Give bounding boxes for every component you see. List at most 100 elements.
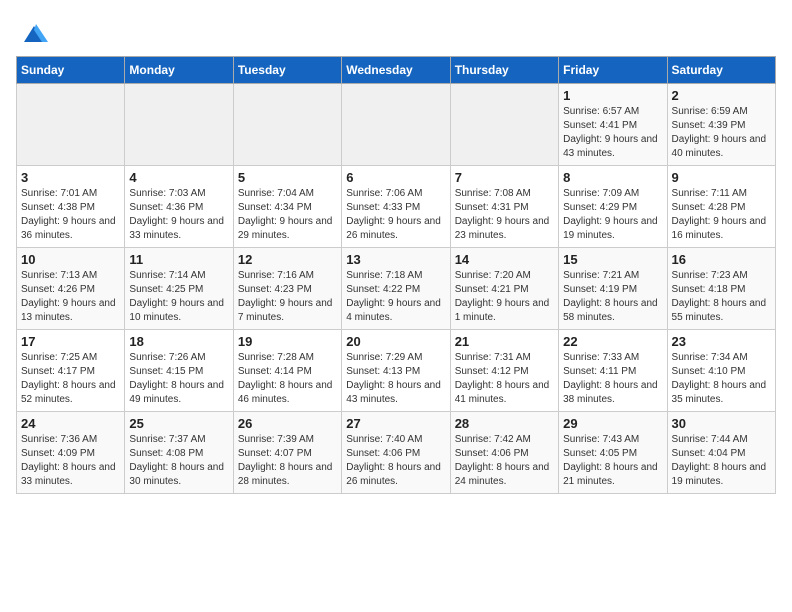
- day-number: 6: [346, 170, 445, 185]
- week-row-2: 10 Sunrise: 7:13 AM Sunset: 4:26 PM Dayli…: [17, 248, 776, 330]
- day-number: 7: [455, 170, 554, 185]
- day-info: Sunrise: 7:44 AM Sunset: 4:04 PM Dayligh…: [672, 433, 771, 489]
- day-number: 23: [672, 334, 771, 349]
- calendar-cell: [233, 84, 341, 166]
- calendar-cell: 29Sunrise: 7:43 AM Sunset: 4:05 PM Dayli…: [559, 412, 667, 494]
- day-info: Sunrise: 7:26 AM Sunset: 4:15 PM Dayligh…: [129, 351, 228, 407]
- day-number: 21: [455, 334, 554, 349]
- day-info: Sunrise: 7:21 AM Sunset: 4:19 PM Dayligh…: [563, 269, 662, 325]
- calendar-cell: 28 Sunrise: 7:42 AM Sunset: 4:06 PM Dayli…: [450, 412, 558, 494]
- day-number: 1: [563, 88, 662, 103]
- day-header-tuesday: Tuesday: [233, 57, 341, 84]
- day-info: Sunrise: 7:13 AM Sunset: 4:26 PM Dayligh…: [21, 269, 120, 325]
- day-number: 18: [129, 334, 228, 349]
- day-info: Sunrise: 7:29 AM Sunset: 4:13 PM Dayligh…: [346, 351, 445, 407]
- day-number: 24: [21, 416, 120, 431]
- day-info: Sunrise: 7:36 AM Sunset: 4:09 PM Dayligh…: [21, 433, 120, 489]
- day-info: Sunrise: 7:01 AM Sunset: 4:38 PM Dayligh…: [21, 187, 120, 243]
- day-info: Sunrise: 7:03 AM Sunset: 4:36 PM Dayligh…: [129, 187, 228, 243]
- day-number: 17: [21, 334, 120, 349]
- day-header-monday: Monday: [125, 57, 233, 84]
- day-info: Sunrise: 7:06 AM Sunset: 4:33 PM Dayligh…: [346, 187, 445, 243]
- calendar-cell: 20Sunrise: 7:29 AM Sunset: 4:13 PM Dayli…: [342, 330, 450, 412]
- calendar-cell: 6 Sunrise: 7:06 AM Sunset: 4:33 PM Daylig…: [342, 166, 450, 248]
- day-info: Sunrise: 7:42 AM Sunset: 4:06 PM Dayligh…: [455, 433, 554, 489]
- day-number: 11: [129, 252, 228, 267]
- calendar-cell: 13 Sunrise: 7:18 AM Sunset: 4:22 PM Dayli…: [342, 248, 450, 330]
- calendar-cell: 7 Sunrise: 7:08 AM Sunset: 4:31 PM Daylig…: [450, 166, 558, 248]
- day-header-friday: Friday: [559, 57, 667, 84]
- day-number: 28: [455, 416, 554, 431]
- day-info: Sunrise: 6:59 AM Sunset: 4:39 PM Dayligh…: [672, 105, 771, 161]
- day-info: Sunrise: 7:31 AM Sunset: 4:12 PM Dayligh…: [455, 351, 554, 407]
- calendar-cell: [450, 84, 558, 166]
- calendar-cell: 25 Sunrise: 7:37 AM Sunset: 4:08 PM Dayli…: [125, 412, 233, 494]
- calendar-cell: 12Sunrise: 7:16 AM Sunset: 4:23 PM Dayli…: [233, 248, 341, 330]
- week-row-4: 24 Sunrise: 7:36 AM Sunset: 4:09 PM Dayli…: [17, 412, 776, 494]
- calendar-cell: 24 Sunrise: 7:36 AM Sunset: 4:09 PM Dayli…: [17, 412, 125, 494]
- day-info: Sunrise: 7:28 AM Sunset: 4:14 PM Dayligh…: [238, 351, 337, 407]
- day-info: Sunrise: 7:11 AM Sunset: 4:28 PM Dayligh…: [672, 187, 771, 243]
- day-number: 15: [563, 252, 662, 267]
- day-number: 3: [21, 170, 120, 185]
- day-number: 4: [129, 170, 228, 185]
- calendar-cell: 16Sunrise: 7:23 AM Sunset: 4:18 PM Dayli…: [667, 248, 775, 330]
- calendar-cell: 10 Sunrise: 7:13 AM Sunset: 4:26 PM Dayli…: [17, 248, 125, 330]
- day-info: Sunrise: 7:39 AM Sunset: 4:07 PM Dayligh…: [238, 433, 337, 489]
- day-number: 9: [672, 170, 771, 185]
- day-number: 27: [346, 416, 445, 431]
- day-info: Sunrise: 7:40 AM Sunset: 4:06 PM Dayligh…: [346, 433, 445, 489]
- calendar-cell: [125, 84, 233, 166]
- calendar-cell: 1 Sunrise: 6:57 AM Sunset: 4:41 PM Daylig…: [559, 84, 667, 166]
- day-number: 13: [346, 252, 445, 267]
- calendar-cell: 9 Sunrise: 7:11 AM Sunset: 4:28 PM Daylig…: [667, 166, 775, 248]
- calendar-cell: 14 Sunrise: 7:20 AM Sunset: 4:21 PM Dayli…: [450, 248, 558, 330]
- day-info: Sunrise: 6:57 AM Sunset: 4:41 PM Dayligh…: [563, 105, 662, 161]
- calendar-cell: 8Sunrise: 7:09 AM Sunset: 4:29 PM Daylig…: [559, 166, 667, 248]
- calendar-cell: [17, 84, 125, 166]
- week-row-1: 3 Sunrise: 7:01 AM Sunset: 4:38 PM Daylig…: [17, 166, 776, 248]
- day-number: 2: [672, 88, 771, 103]
- calendar-cell: 23 Sunrise: 7:34 AM Sunset: 4:10 PM Dayli…: [667, 330, 775, 412]
- day-info: Sunrise: 7:37 AM Sunset: 4:08 PM Dayligh…: [129, 433, 228, 489]
- day-number: 10: [21, 252, 120, 267]
- day-number: 25: [129, 416, 228, 431]
- day-number: 14: [455, 252, 554, 267]
- day-number: 5: [238, 170, 337, 185]
- day-number: 30: [672, 416, 771, 431]
- day-info: Sunrise: 7:33 AM Sunset: 4:11 PM Dayligh…: [563, 351, 662, 407]
- day-info: Sunrise: 7:04 AM Sunset: 4:34 PM Dayligh…: [238, 187, 337, 243]
- calendar-cell: 26Sunrise: 7:39 AM Sunset: 4:07 PM Dayli…: [233, 412, 341, 494]
- day-info: Sunrise: 7:43 AM Sunset: 4:05 PM Dayligh…: [563, 433, 662, 489]
- day-number: 22: [563, 334, 662, 349]
- calendar-cell: 15 Sunrise: 7:21 AM Sunset: 4:19 PM Dayli…: [559, 248, 667, 330]
- day-info: Sunrise: 7:18 AM Sunset: 4:22 PM Dayligh…: [346, 269, 445, 325]
- week-row-0: 1 Sunrise: 6:57 AM Sunset: 4:41 PM Daylig…: [17, 84, 776, 166]
- day-info: Sunrise: 7:08 AM Sunset: 4:31 PM Dayligh…: [455, 187, 554, 243]
- week-row-3: 17 Sunrise: 7:25 AM Sunset: 4:17 PM Dayli…: [17, 330, 776, 412]
- day-header-thursday: Thursday: [450, 57, 558, 84]
- calendar-cell: 21 Sunrise: 7:31 AM Sunset: 4:12 PM Dayli…: [450, 330, 558, 412]
- calendar-cell: 17 Sunrise: 7:25 AM Sunset: 4:17 PM Dayli…: [17, 330, 125, 412]
- calendar-header: SundayMondayTuesdayWednesdayThursdayFrid…: [17, 57, 776, 84]
- day-header-sunday: Sunday: [17, 57, 125, 84]
- logo-icon: [20, 20, 48, 48]
- calendar-cell: 22 Sunrise: 7:33 AM Sunset: 4:11 PM Dayli…: [559, 330, 667, 412]
- calendar-cell: 2 Sunrise: 6:59 AM Sunset: 4:39 PM Daylig…: [667, 84, 775, 166]
- day-info: Sunrise: 7:20 AM Sunset: 4:21 PM Dayligh…: [455, 269, 554, 325]
- calendar-cell: 18 Sunrise: 7:26 AM Sunset: 4:15 PM Dayli…: [125, 330, 233, 412]
- calendar-body: 1 Sunrise: 6:57 AM Sunset: 4:41 PM Daylig…: [17, 84, 776, 494]
- calendar-cell: 4 Sunrise: 7:03 AM Sunset: 4:36 PM Daylig…: [125, 166, 233, 248]
- day-info: Sunrise: 7:23 AM Sunset: 4:18 PM Dayligh…: [672, 269, 771, 325]
- header: [16, 16, 776, 48]
- day-info: Sunrise: 7:16 AM Sunset: 4:23 PM Dayligh…: [238, 269, 337, 325]
- calendar: SundayMondayTuesdayWednesdayThursdayFrid…: [16, 56, 776, 494]
- day-info: Sunrise: 7:34 AM Sunset: 4:10 PM Dayligh…: [672, 351, 771, 407]
- day-info: Sunrise: 7:14 AM Sunset: 4:25 PM Dayligh…: [129, 269, 228, 325]
- logo: [16, 20, 48, 48]
- calendar-cell: 5 Sunrise: 7:04 AM Sunset: 4:34 PM Daylig…: [233, 166, 341, 248]
- day-info: Sunrise: 7:09 AM Sunset: 4:29 PM Dayligh…: [563, 187, 662, 243]
- day-number: 19: [238, 334, 337, 349]
- calendar-cell: 11 Sunrise: 7:14 AM Sunset: 4:25 PM Dayli…: [125, 248, 233, 330]
- day-info: Sunrise: 7:25 AM Sunset: 4:17 PM Dayligh…: [21, 351, 120, 407]
